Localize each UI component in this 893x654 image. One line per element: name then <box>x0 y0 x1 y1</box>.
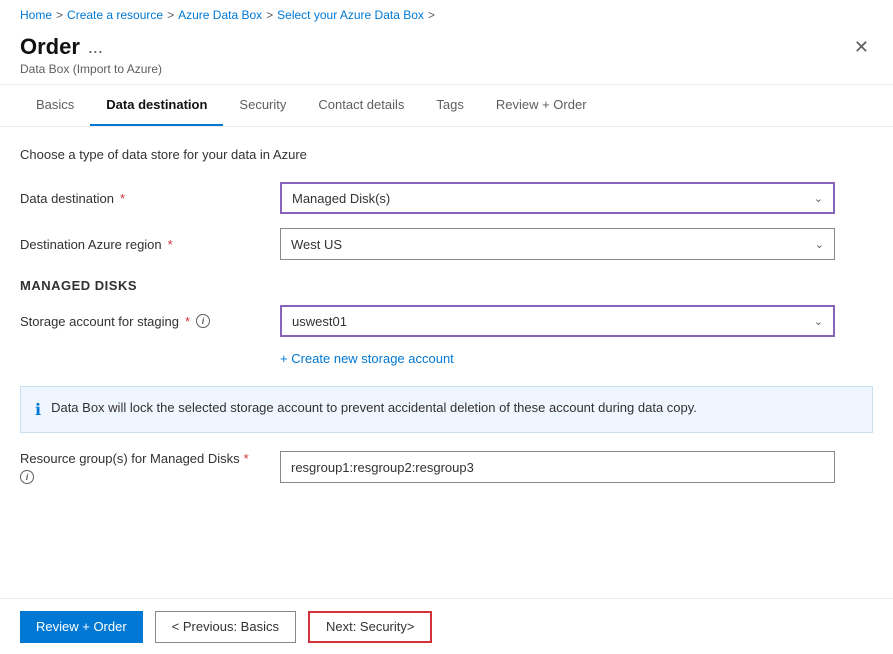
info-box-text: Data Box will lock the selected storage … <box>51 399 697 417</box>
breadcrumb: Home > Create a resource > Azure Data Bo… <box>0 0 893 30</box>
page-menu-button[interactable]: ... <box>88 37 103 58</box>
storage-account-value: uswest01 <box>292 314 347 329</box>
tabs: Basics Data destination Security Contact… <box>0 85 893 127</box>
resource-group-row: Resource group(s) for Managed Disks * i <box>20 451 873 484</box>
info-circle-icon: ℹ <box>35 400 41 420</box>
storage-account-row: Storage account for staging * i uswest01… <box>20 305 873 337</box>
info-box: ℹ Data Box will lock the selected storag… <box>20 386 873 433</box>
info-icon-resource-group[interactable]: i <box>20 470 34 484</box>
breadcrumb-home[interactable]: Home <box>20 8 52 22</box>
destination-region-label: Destination Azure region * <box>20 237 280 252</box>
data-destination-value: Managed Disk(s) <box>292 191 390 206</box>
tab-data-destination[interactable]: Data destination <box>90 85 223 126</box>
next-security-button[interactable]: Next: Security> <box>308 611 433 643</box>
section-description: Choose a type of data store for your dat… <box>20 147 873 162</box>
data-destination-dropdown[interactable]: Managed Disk(s) ⌄ <box>280 182 835 214</box>
required-star-storage: * <box>185 314 190 329</box>
tab-basics[interactable]: Basics <box>20 85 90 126</box>
review-order-button[interactable]: Review + Order <box>20 611 143 643</box>
breadcrumb-create-resource[interactable]: Create a resource <box>67 8 163 22</box>
page-subtitle: Data Box (Import to Azure) <box>20 62 162 76</box>
info-icon-storage[interactable]: i <box>196 314 210 328</box>
destination-region-value: West US <box>291 237 342 252</box>
destination-region-dropdown[interactable]: West US ⌄ <box>280 228 835 260</box>
tab-contact-details[interactable]: Contact details <box>302 85 420 126</box>
chevron-down-icon: ⌄ <box>814 315 823 328</box>
tab-review-order[interactable]: Review + Order <box>480 85 603 126</box>
previous-button[interactable]: < Previous: Basics <box>155 611 296 643</box>
required-star-region: * <box>168 237 173 252</box>
resource-group-input[interactable] <box>280 451 835 483</box>
chevron-down-icon: ⌄ <box>815 238 824 251</box>
data-destination-row: Data destination * Managed Disk(s) ⌄ <box>20 182 873 214</box>
data-destination-label: Data destination * <box>20 191 280 206</box>
breadcrumb-select-data-box[interactable]: Select your Azure Data Box <box>277 8 424 22</box>
destination-region-row: Destination Azure region * West US ⌄ <box>20 228 873 260</box>
resource-group-label: Resource group(s) for Managed Disks * <box>20 451 280 466</box>
storage-account-label: Storage account for staging * i <box>20 314 280 329</box>
tab-security[interactable]: Security <box>223 85 302 126</box>
chevron-down-icon: ⌄ <box>814 192 823 205</box>
page-title: Order <box>20 34 80 60</box>
page-header: Order ... Data Box (Import to Azure) ✕ <box>0 30 893 85</box>
close-button[interactable]: ✕ <box>850 34 873 60</box>
required-star-resource-group: * <box>244 451 249 466</box>
required-star: * <box>120 191 125 206</box>
create-storage-account-link[interactable]: + Create new storage account <box>280 351 454 366</box>
managed-disks-heading: MANAGED DISKS <box>20 278 873 293</box>
tab-tags[interactable]: Tags <box>420 85 479 126</box>
breadcrumb-azure-data-box[interactable]: Azure Data Box <box>178 8 262 22</box>
footer: Review + Order < Previous: Basics Next: … <box>0 598 893 654</box>
storage-account-dropdown[interactable]: uswest01 ⌄ <box>280 305 835 337</box>
main-content: Choose a type of data store for your dat… <box>0 127 893 578</box>
